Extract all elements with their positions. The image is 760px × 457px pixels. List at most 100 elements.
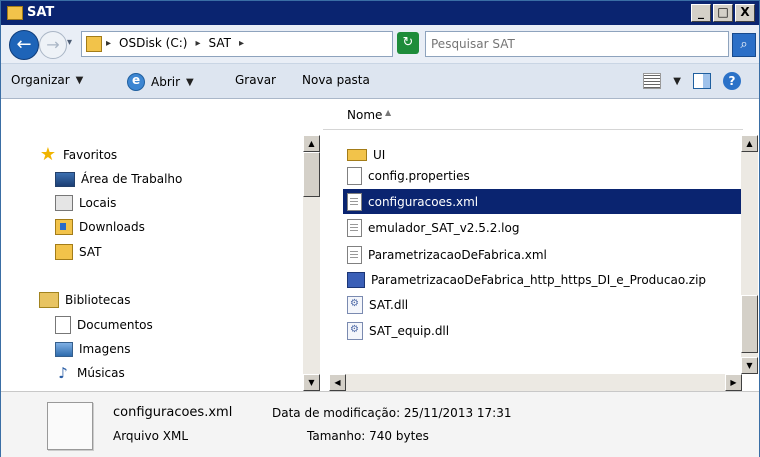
help-icon[interactable]: ? (723, 72, 741, 90)
sidebar-item-label: Bibliotecas (65, 293, 131, 307)
back-button[interactable]: ← (9, 30, 39, 60)
navigation-scrollbar[interactable]: ▲ ▼ (303, 135, 320, 391)
list-item[interactable]: ParametrizacaoDeFabrica.xml (347, 242, 741, 267)
sidebar-item-libraries[interactable]: Bibliotecas (39, 290, 130, 310)
search-icon[interactable]: ⌕ (732, 33, 756, 57)
column-header-name[interactable]: Nome ▲ (323, 99, 743, 130)
list-item-selected[interactable]: configuracoes.xml (343, 189, 741, 214)
sidebar-item-label: Imagens (79, 342, 131, 356)
breadcrumb-arrow-icon[interactable]: ▸ (106, 38, 111, 49)
search-input[interactable] (429, 33, 713, 55)
scroll-thumb[interactable] (303, 152, 320, 197)
change-view-icon[interactable] (643, 73, 662, 89)
sidebar-item-label: Área de Trabalho (81, 172, 183, 186)
command-bar: Organizar ▼ Abrir ▼ Gravar Nova pasta ▼ … (1, 64, 759, 99)
sidebar-item-label: Documentos (77, 318, 153, 332)
address-bar: ← → ▾ ▸ OSDisk (C:) ▸ SAT ▸ ▼ ↻ ⌕ (1, 25, 759, 64)
refresh-icon[interactable]: ↻ (397, 32, 419, 54)
sidebar-item-places[interactable]: Locais (55, 193, 116, 213)
sidebar-item-music[interactable]: ♪ Músicas (55, 363, 125, 383)
scroll-down-button[interactable]: ▼ (303, 374, 320, 391)
maximize-button[interactable]: □ (713, 4, 733, 22)
window-title: SAT (27, 5, 55, 20)
explorer-window: SAT _ □ X ← → ▾ ▸ OSDisk (C:) ▸ SAT ▸ ▼ … (0, 0, 760, 457)
details-file-type: Arquivo XML (113, 429, 189, 443)
list-item[interactable]: emulador_SAT_v2.5.2.log (347, 215, 741, 240)
folder-icon (55, 244, 73, 260)
list-item[interactable]: ParametrizacaoDeFabrica_http_https_DI_e_… (347, 267, 741, 292)
open-button[interactable]: Abrir ▼ (127, 73, 194, 91)
file-name: configuracoes.xml (368, 194, 479, 209)
window-controls: _ □ X (691, 4, 755, 22)
breadcrumb: ▸ OSDisk (C:) ▸ SAT ▸ (106, 36, 244, 50)
desktop-icon (55, 171, 75, 187)
list-item[interactable]: UI (347, 149, 741, 161)
new-folder-button[interactable]: Nova pasta (302, 73, 370, 87)
organize-button[interactable]: Organizar ▼ (11, 73, 83, 87)
generic-file-icon (347, 166, 362, 185)
list-item[interactable]: SAT_equip.dll (347, 318, 741, 343)
breadcrumb-sat[interactable]: SAT (209, 36, 231, 50)
scroll-down-button[interactable]: ▼ (741, 357, 758, 374)
dll-file-icon (347, 295, 363, 314)
list-item[interactable]: SAT.dll (347, 292, 741, 317)
text-file-icon (347, 218, 362, 237)
dll-file-icon (347, 321, 363, 340)
music-icon: ♪ (58, 364, 68, 382)
internet-explorer-icon (127, 73, 145, 91)
chevron-down-icon[interactable]: ▼ (673, 76, 681, 87)
file-name: ParametrizacaoDeFabrica_http_https_DI_e_… (371, 272, 707, 287)
view-controls: ▼ ? (643, 72, 741, 90)
scroll-left-button[interactable]: ◀ (329, 374, 346, 391)
downloads-folder-icon (55, 219, 73, 235)
file-list: Nome ▲ UI config.properties configuracoe… (323, 99, 759, 391)
content-area: ★ Favoritos Área de Trabalho Locais Down… (1, 99, 759, 391)
horizontal-scrollbar[interactable]: ◀ ▶ (329, 374, 742, 391)
file-name: UI (373, 149, 386, 161)
file-name: SAT_equip.dll (369, 323, 450, 338)
address-box[interactable]: ▸ OSDisk (C:) ▸ SAT ▸ ▼ (81, 31, 450, 57)
sidebar-item-label: Favoritos (63, 148, 118, 162)
breadcrumb-osdisk[interactable]: OSDisk (C:) (119, 36, 187, 50)
column-name-label: Nome (347, 108, 383, 122)
chevron-down-icon: ▼ (186, 76, 194, 88)
burn-button[interactable]: Gravar (235, 73, 276, 87)
forward-button[interactable]: → (39, 31, 67, 59)
minimize-button[interactable]: _ (691, 4, 711, 22)
navigation-pane: ★ Favoritos Área de Trabalho Locais Down… (1, 99, 303, 391)
sidebar-item-label: Downloads (79, 220, 145, 234)
sidebar-item-sat[interactable]: SAT (55, 242, 101, 262)
chevron-down-icon: ▼ (75, 74, 84, 86)
xml-file-icon (47, 402, 93, 450)
sidebar-item-label: Locais (79, 196, 117, 210)
file-name: SAT.dll (369, 297, 409, 312)
sidebar-item-images[interactable]: Imagens (55, 339, 130, 359)
folder-icon (7, 6, 23, 20)
scroll-up-button[interactable]: ▲ (741, 135, 758, 152)
open-label: Abrir (151, 75, 181, 89)
burn-label: Gravar (235, 73, 276, 87)
sidebar-item-favorites[interactable]: ★ Favoritos (39, 145, 117, 165)
file-name: ParametrizacaoDeFabrica.xml (368, 247, 547, 262)
close-button[interactable]: X (735, 4, 755, 22)
file-list-scrollbar[interactable]: ▲ ▼ (741, 135, 758, 374)
xml-file-icon (347, 192, 362, 211)
recent-pages-dropdown[interactable]: ▾ (67, 37, 72, 48)
sidebar-item-desktop[interactable]: Área de Trabalho (55, 169, 182, 189)
scroll-thumb[interactable] (741, 295, 758, 353)
sidebar-item-documents[interactable]: Documentos (55, 315, 153, 335)
details-size: Tamanho: 740 bytes (307, 429, 429, 443)
title-bar[interactable]: SAT _ □ X (1, 1, 759, 25)
sidebar-item-label: SAT (79, 245, 102, 259)
sidebar-item-downloads[interactable]: Downloads (55, 217, 145, 237)
breadcrumb-arrow-icon[interactable]: ▸ (195, 38, 200, 49)
scroll-right-button[interactable]: ▶ (725, 374, 742, 391)
pictures-icon (55, 341, 73, 357)
scroll-up-button[interactable]: ▲ (303, 135, 320, 152)
breadcrumb-arrow-icon[interactable]: ▸ (239, 38, 244, 49)
zip-file-icon (347, 271, 365, 288)
folder-icon (347, 149, 367, 161)
preview-pane-icon[interactable] (693, 73, 711, 89)
details-file-name: configuracoes.xml (113, 405, 233, 420)
list-item[interactable]: config.properties (347, 163, 741, 188)
